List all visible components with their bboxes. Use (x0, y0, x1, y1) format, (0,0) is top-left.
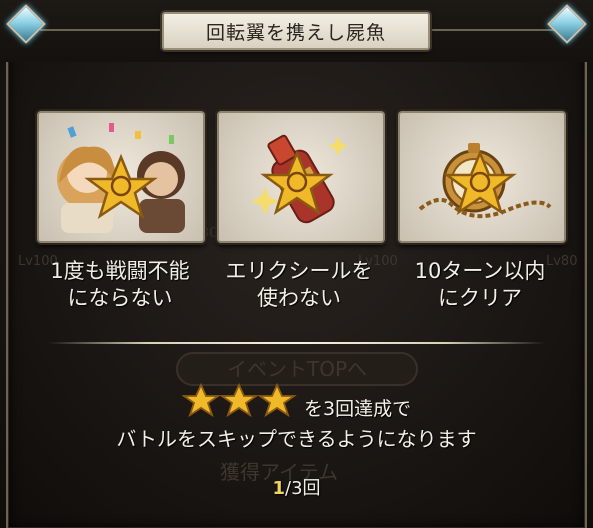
diamond-gem-icon-left (6, 4, 46, 44)
three-stars-icon (182, 382, 297, 418)
challenge-card-1 (37, 111, 205, 243)
ghost-event-top-button: イベントTOPへ (176, 352, 418, 386)
challenge-label-3-line1: 10ターン以内 (414, 259, 546, 283)
diamond-gem-icon-right (547, 4, 587, 44)
title-plate: 回転翼を携えし屍魚 (162, 12, 430, 50)
divider (48, 342, 545, 344)
challenge-card-3 (398, 111, 566, 243)
challenge-label-3: 10ターン以内 にクリア (385, 258, 575, 312)
progress-current: 1 (272, 478, 285, 499)
challenge-label-3-line2: にクリア (438, 286, 522, 310)
quest-title: 回転翼を携えし屍魚 (205, 21, 386, 44)
title-wing-right (430, 29, 554, 31)
challenge-label-2-line1: エリクシールを (225, 259, 373, 283)
challenge-label-1: 1度も戦闘不能 にならない (25, 258, 215, 312)
characters-star-icon (57, 123, 185, 233)
challenge-label-2-line2: 使わない (257, 286, 341, 310)
title-wing-left (40, 29, 162, 31)
pocket-watch-star-icon (418, 143, 552, 219)
progress-total: /3回 (285, 478, 321, 499)
potion-star-icon (251, 134, 348, 224)
skip-description: バトルをスキップできるようになります (116, 427, 477, 451)
progress-counter: 1/3回 (0, 474, 593, 500)
challenge-label-1-line1: 1度も戦闘不能 (50, 259, 190, 283)
condition-text: を3回達成で (304, 398, 412, 420)
title-bar: 回転翼を携えし屍魚 (0, 0, 593, 62)
challenge-label-1-line2: にならない (67, 286, 173, 310)
challenge-card-2 (217, 111, 385, 243)
challenge-label-2: エリクシールを 使わない (204, 258, 394, 312)
